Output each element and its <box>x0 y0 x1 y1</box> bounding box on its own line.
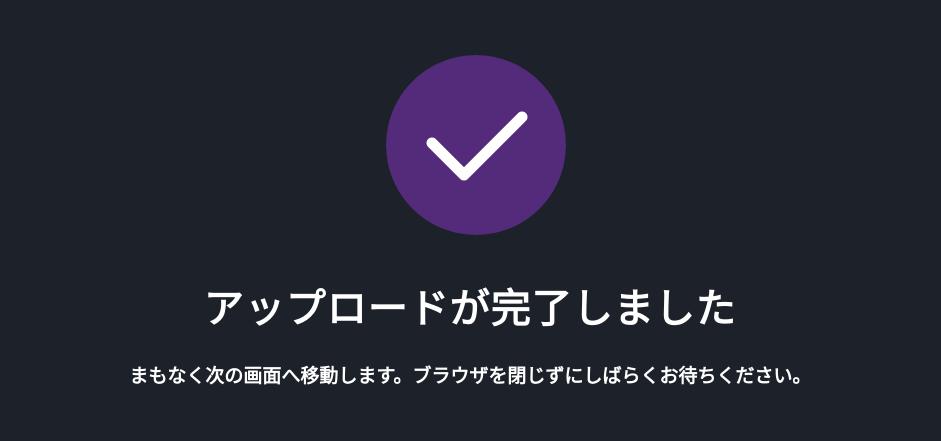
success-check-circle <box>386 55 566 235</box>
upload-complete-screen: アップロードが完了しました まもなく次の画面へ移動します。ブラウザを閉じずにしば… <box>0 0 941 441</box>
upload-complete-title: アップロードが完了しました <box>204 286 737 332</box>
redirect-message: まもなく次の画面へ移動します。ブラウザを閉じずにしばらくお待ちください。 <box>129 365 812 387</box>
check-icon <box>386 55 566 235</box>
